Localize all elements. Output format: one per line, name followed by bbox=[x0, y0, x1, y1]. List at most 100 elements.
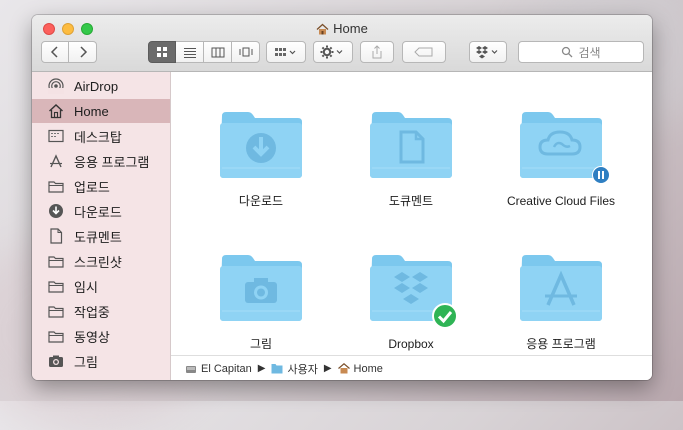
sidebar-item-label: 작업중 bbox=[74, 304, 110, 320]
path-crumb-label: Home bbox=[353, 362, 383, 375]
coverflow-view-button[interactable] bbox=[232, 41, 260, 63]
share-button[interactable] bbox=[360, 41, 394, 63]
view-mode-control bbox=[148, 41, 260, 63]
window-title: Home bbox=[32, 20, 652, 40]
gear-icon bbox=[320, 45, 343, 59]
sidebar-item-videos[interactable]: 동영상 bbox=[32, 324, 170, 348]
airdrop-icon bbox=[48, 78, 64, 94]
sidebar-item-label: 임시 bbox=[74, 279, 98, 295]
folder-icon bbox=[48, 178, 64, 194]
folder-icon bbox=[48, 253, 64, 269]
folder-icon bbox=[48, 303, 64, 319]
file-name: 다운로드 bbox=[238, 194, 284, 208]
disk-icon bbox=[186, 365, 196, 373]
list-view-button[interactable] bbox=[176, 41, 204, 63]
desktop-icon bbox=[48, 128, 64, 144]
sidebar-item-label: 동영상 bbox=[74, 329, 110, 345]
file-name: 도큐멘트 bbox=[388, 194, 434, 208]
chevron-right-icon: ▶ bbox=[323, 363, 332, 374]
camera-icon bbox=[48, 353, 64, 369]
sidebar-item-label: Home bbox=[74, 103, 109, 119]
pause-badge-icon bbox=[592, 166, 610, 184]
tags-button[interactable] bbox=[402, 41, 446, 63]
sidebar-item-label: 스크린샷 bbox=[74, 254, 122, 270]
arrange-button[interactable] bbox=[266, 41, 306, 63]
column-view-button[interactable] bbox=[204, 41, 232, 63]
dropbox-folder-icon bbox=[368, 253, 458, 329]
folder-icon bbox=[48, 328, 64, 344]
path-crumb-home[interactable]: Home bbox=[337, 362, 383, 375]
dropbox-menu-button[interactable] bbox=[469, 41, 507, 63]
file-item-documents[interactable]: 도큐멘트 bbox=[346, 110, 476, 209]
file-item-downloads[interactable]: 다운로드 bbox=[196, 110, 326, 209]
file-name: 그림 bbox=[249, 337, 273, 351]
list-view-icon bbox=[183, 48, 196, 58]
dropbox-icon bbox=[476, 46, 498, 59]
chevron-left-icon bbox=[50, 46, 58, 58]
home-icon bbox=[316, 22, 329, 40]
sidebar-item-label: 데스크탑 bbox=[74, 129, 122, 145]
search-icon bbox=[562, 46, 573, 58]
chevron-right-icon bbox=[79, 46, 87, 58]
document-icon bbox=[48, 228, 64, 244]
sidebar-item-working[interactable]: 작업중 bbox=[32, 299, 170, 323]
sidebar-item-screenshots[interactable]: 스크린샷 bbox=[32, 249, 170, 273]
folder-icon bbox=[48, 278, 64, 294]
path-crumb-users[interactable]: 사용자 bbox=[271, 361, 318, 377]
window-title-text: Home bbox=[333, 21, 368, 36]
sidebar-item-label: 그림 bbox=[74, 354, 98, 370]
creative-cloud-folder-icon bbox=[518, 110, 610, 184]
home-icon bbox=[48, 103, 64, 119]
back-button[interactable] bbox=[41, 41, 69, 63]
file-item-dropbox[interactable]: Dropbox bbox=[346, 253, 476, 352]
path-crumb-label: El Capitan bbox=[201, 362, 252, 375]
file-name: 응용 프로그램 bbox=[526, 337, 596, 351]
path-crumb-disk[interactable]: El Capitan bbox=[185, 363, 252, 375]
titlebar: Home 검색 bbox=[32, 15, 652, 72]
finder-window: Home 검색 AirDrop Home 데스크탑 응용 프로그램 업로드 다운… bbox=[32, 15, 652, 380]
sidebar-item-documents[interactable]: 도큐멘트 bbox=[32, 224, 170, 248]
file-name: Creative Cloud Files bbox=[506, 194, 616, 208]
sidebar-item-home[interactable]: Home bbox=[32, 99, 170, 123]
sidebar-item-downloads[interactable]: 다운로드 bbox=[32, 199, 170, 223]
file-name: Dropbox bbox=[388, 337, 434, 351]
tag-icon bbox=[414, 47, 433, 57]
pictures-folder-icon bbox=[218, 253, 304, 323]
sidebar-item-applications[interactable]: 응용 프로그램 bbox=[32, 149, 170, 173]
sidebar: AirDrop Home 데스크탑 응용 프로그램 업로드 다운로드 도큐멘트 bbox=[32, 72, 171, 380]
sidebar-item-airdrop[interactable]: AirDrop bbox=[32, 74, 170, 98]
sidebar-item-temp[interactable]: 임시 bbox=[32, 274, 170, 298]
icon-view-icon bbox=[157, 47, 167, 57]
path-crumb-label: 사용자 bbox=[287, 363, 318, 376]
forward-button[interactable] bbox=[69, 41, 97, 63]
file-item-pictures[interactable]: 그림 bbox=[196, 253, 326, 352]
share-icon bbox=[372, 45, 382, 59]
icon-view-button[interactable] bbox=[148, 41, 176, 63]
file-grid: 다운로드 도큐멘트 Creative Cloud Files 그림 Dropbo… bbox=[171, 72, 652, 355]
sidebar-item-label: 응용 프로그램 bbox=[74, 154, 150, 170]
documents-folder-icon bbox=[368, 110, 454, 180]
download-folder-icon bbox=[218, 110, 304, 180]
applications-folder-icon bbox=[518, 253, 604, 323]
search-field[interactable]: 검색 bbox=[518, 41, 644, 63]
synced-check-icon bbox=[432, 303, 458, 329]
coverflow-view-icon bbox=[239, 47, 252, 57]
sidebar-item-label: 도큐멘트 bbox=[74, 229, 122, 245]
sidebar-item-upload[interactable]: 업로드 bbox=[32, 174, 170, 198]
sidebar-item-label: 다운로드 bbox=[74, 204, 122, 220]
sidebar-item-desktop[interactable]: 데스크탑 bbox=[32, 124, 170, 148]
sidebar-item-label: 업로드 bbox=[74, 179, 110, 195]
folder-icon bbox=[271, 364, 283, 374]
nav-buttons bbox=[41, 41, 97, 63]
search-placeholder: 검색 bbox=[578, 45, 601, 60]
sidebar-item-pictures[interactable]: 그림 bbox=[32, 349, 170, 373]
file-item-applications[interactable]: 응용 프로그램 bbox=[496, 253, 626, 352]
download-icon bbox=[48, 203, 64, 219]
arrange-icon bbox=[275, 48, 296, 56]
path-bar: El Capitan ▶ 사용자 ▶ Home bbox=[171, 355, 652, 380]
column-view-icon bbox=[211, 47, 224, 58]
applications-icon bbox=[48, 153, 64, 169]
file-item-creative-cloud[interactable]: Creative Cloud Files bbox=[496, 110, 626, 209]
sidebar-item-label: AirDrop bbox=[74, 78, 119, 94]
action-button[interactable] bbox=[313, 41, 353, 63]
